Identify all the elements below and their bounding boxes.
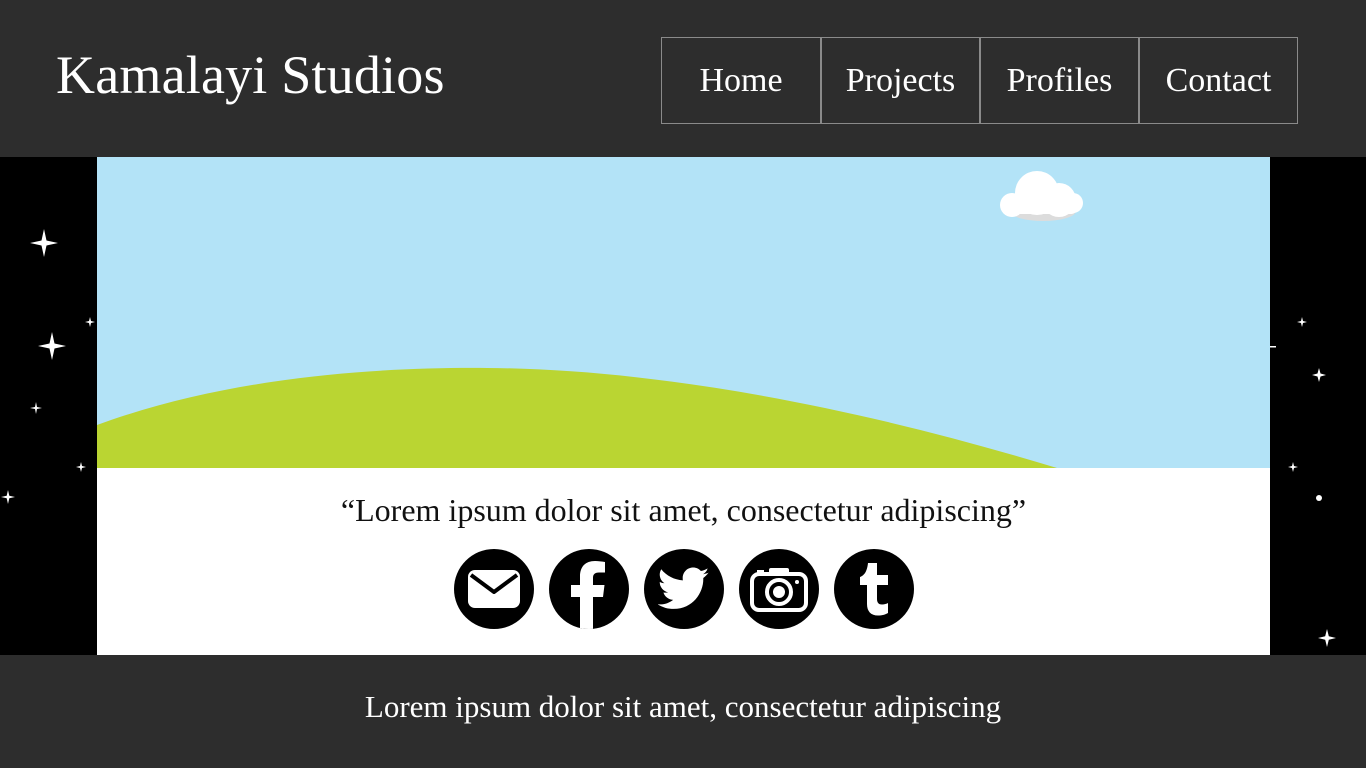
footer-text: Lorem ipsum dolor sit amet, consectetur … <box>364 689 1002 724</box>
twitter-icon <box>657 567 709 609</box>
star-icon <box>1318 629 1336 647</box>
camera-icon <box>749 568 808 612</box>
star-icon <box>1288 462 1298 472</box>
twitter-button[interactable] <box>643 549 724 629</box>
tumblr-button[interactable] <box>833 549 914 629</box>
star-icon <box>38 332 66 360</box>
nav-contact[interactable]: Contact <box>1138 38 1297 123</box>
starfield-band: “Lorem ipsum dolor sit amet, consectetur… <box>0 157 1366 655</box>
star-icon <box>85 317 95 327</box>
star-icon <box>1297 317 1307 327</box>
nav-profiles[interactable]: Profiles <box>979 38 1138 123</box>
hero-panel: “Lorem ipsum dolor sit amet, consectetur… <box>97 157 1270 655</box>
site-header: Kamalayi Studios Home Projects Profiles … <box>0 0 1366 157</box>
star-icon <box>1312 368 1326 382</box>
star-icon <box>1 490 15 504</box>
landscape-illustration <box>97 157 1270 468</box>
facebook-button[interactable] <box>548 549 629 629</box>
camera-button[interactable] <box>738 549 819 629</box>
nav-home[interactable]: Home <box>662 38 820 123</box>
facebook-icon <box>570 561 605 629</box>
star-icon <box>30 402 42 414</box>
nav-projects[interactable]: Projects <box>820 38 979 123</box>
star-icon <box>30 229 58 257</box>
main-nav: Home Projects Profiles Contact <box>661 37 1298 124</box>
star-icon <box>76 462 86 472</box>
site-footer: Lorem ipsum dolor sit amet, consectetur … <box>0 655 1366 768</box>
email-icon <box>467 570 520 608</box>
email-button[interactable] <box>453 549 534 629</box>
hero-quote: “Lorem ipsum dolor sit amet, consectetur… <box>340 492 1027 528</box>
tumblr-icon <box>859 563 888 616</box>
social-links <box>97 549 1270 629</box>
brand-title[interactable]: Kamalayi Studios <box>56 40 445 110</box>
